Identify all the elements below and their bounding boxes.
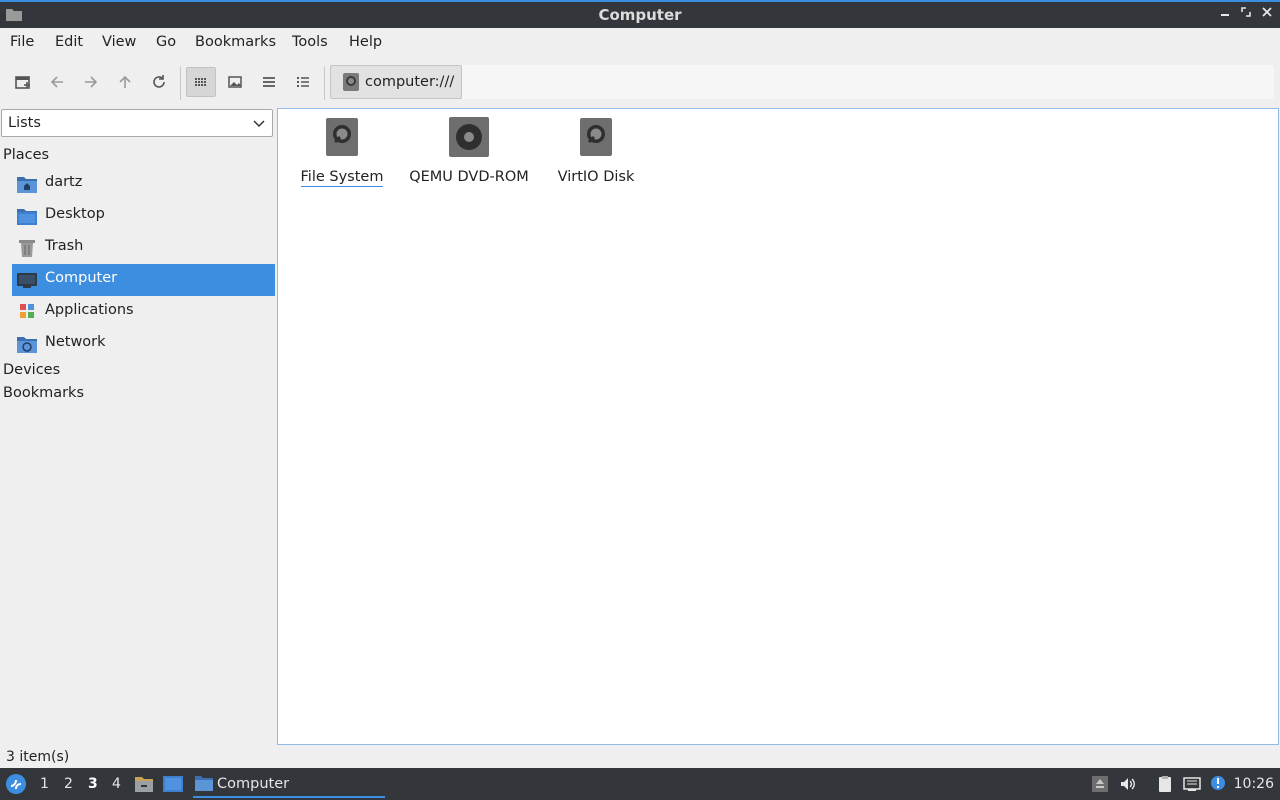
taskbar: 1 2 3 4 Computer 10:26	[0, 768, 1280, 800]
menu-help[interactable]: Help	[349, 34, 382, 50]
icon-view-button[interactable]	[186, 67, 216, 97]
file-manager-launcher-icon[interactable]	[134, 774, 154, 794]
eject-icon[interactable]	[1091, 775, 1109, 793]
workspace-3[interactable]: 3	[88, 776, 98, 792]
menubar: File Edit View Go Bookmarks Tools Help	[0, 28, 1280, 56]
network-status-icon[interactable]	[1183, 775, 1201, 793]
path-button-computer[interactable]: computer:///	[330, 65, 462, 99]
back-arrow-icon	[50, 76, 63, 88]
desktop-icon	[17, 209, 37, 225]
sidebar-item-label: dartz	[45, 174, 83, 190]
menu-bookmarks[interactable]: Bookmarks	[195, 34, 276, 50]
side-pane-mode-value: Lists	[8, 115, 41, 131]
sidebar-item-trash[interactable]: Trash	[12, 232, 275, 264]
toolbar-separator	[180, 66, 181, 100]
clock[interactable]: 10:26	[1234, 776, 1274, 792]
forward-arrow-icon	[85, 76, 98, 88]
harddisk-icon	[326, 118, 358, 156]
menu-tools[interactable]: Tools	[292, 34, 328, 50]
sidebar-item-label: Applications	[45, 302, 134, 318]
sidebar-item-label: Network	[45, 334, 106, 350]
file-item-label: QEMU DVD-ROM	[409, 169, 529, 185]
start-menu-icon[interactable]	[5, 773, 27, 795]
maximize-icon[interactable]	[1237, 6, 1255, 24]
reload-icon	[153, 75, 165, 88]
detailed-list-view-button[interactable]	[288, 67, 318, 97]
up-button[interactable]	[110, 67, 140, 97]
notification-icon[interactable]	[1209, 775, 1227, 793]
reload-button[interactable]	[144, 67, 174, 97]
sidebar-item-label: Trash	[45, 238, 84, 254]
volume-icon[interactable]	[1119, 775, 1137, 793]
thumbnail-view-button[interactable]	[220, 67, 250, 97]
file-item-file-system[interactable]: File System	[277, 115, 407, 187]
clipboard-icon[interactable]	[1156, 775, 1174, 793]
up-arrow-icon	[119, 75, 131, 88]
trash-icon	[19, 240, 35, 257]
toolbar-separator	[324, 66, 325, 100]
folder-icon	[195, 776, 213, 791]
sidebar-item-desktop[interactable]: Desktop	[12, 200, 275, 232]
chevron-down-icon	[253, 120, 265, 128]
file-view[interactable]: File System QEMU DVD-ROM VirtIO Disk	[277, 108, 1279, 745]
file-item-label: File System	[300, 169, 384, 187]
path-bar[interactable]	[462, 65, 1274, 99]
close-icon[interactable]	[1258, 6, 1276, 24]
harddisk-icon	[580, 118, 612, 156]
menu-view[interactable]: View	[102, 34, 136, 50]
new-tab-button[interactable]	[8, 67, 38, 97]
workspace-1[interactable]: 1	[40, 776, 49, 792]
status-bar-text: 3 item(s)	[6, 749, 70, 765]
minimize-icon[interactable]	[1216, 6, 1234, 24]
sidebar-item-dartz[interactable]: dartz	[12, 168, 275, 200]
menu-go[interactable]: Go	[156, 34, 176, 50]
window-title: Computer	[598, 6, 682, 24]
forward-button[interactable]	[76, 67, 106, 97]
home-folder-icon	[17, 177, 37, 193]
file-item-qemu-dvd-rom[interactable]: QEMU DVD-ROM	[404, 115, 534, 187]
optical-drive-icon	[449, 117, 489, 157]
file-item-label: VirtIO Disk	[557, 169, 635, 185]
workspace-4[interactable]: 4	[112, 776, 121, 792]
thumbnail-view-icon	[228, 76, 242, 88]
sidebar-item-label: Desktop	[45, 206, 105, 222]
path-label: computer:///	[365, 74, 455, 90]
sidebar-item-applications[interactable]: Applications	[12, 296, 275, 328]
menu-edit[interactable]: Edit	[55, 34, 83, 50]
new-tab-icon	[15, 76, 30, 89]
applications-icon	[20, 304, 34, 318]
detailed-list-view-icon	[297, 77, 309, 87]
workspace-2[interactable]: 2	[64, 776, 73, 792]
menu-file[interactable]: File	[10, 34, 34, 50]
sidebar-item-computer[interactable]: Computer	[12, 264, 275, 296]
taskbar-task-label: Computer	[217, 776, 290, 792]
computer-icon	[17, 273, 37, 288]
sidebar-item-label: Computer	[45, 270, 118, 286]
taskbar-task-computer[interactable]: Computer	[193, 770, 385, 798]
side-pane-mode-select[interactable]: Lists	[1, 109, 273, 137]
icon-view-icon	[195, 78, 206, 86]
devices-heading[interactable]: Devices	[3, 362, 60, 378]
compact-view-icon	[263, 77, 275, 87]
network-icon	[17, 337, 37, 353]
compact-view-button[interactable]	[254, 67, 284, 97]
show-desktop-icon[interactable]	[162, 774, 184, 794]
back-button[interactable]	[42, 67, 72, 97]
file-item-virtio-disk[interactable]: VirtIO Disk	[531, 115, 661, 187]
window-titlebar[interactable]: Computer	[0, 0, 1280, 28]
places-heading[interactable]: Places	[3, 147, 49, 163]
bookmarks-heading[interactable]: Bookmarks	[3, 385, 84, 401]
harddisk-icon	[343, 73, 359, 91]
sidebar-item-network[interactable]: Network	[12, 328, 275, 360]
toolbar: computer:///	[0, 58, 1280, 104]
